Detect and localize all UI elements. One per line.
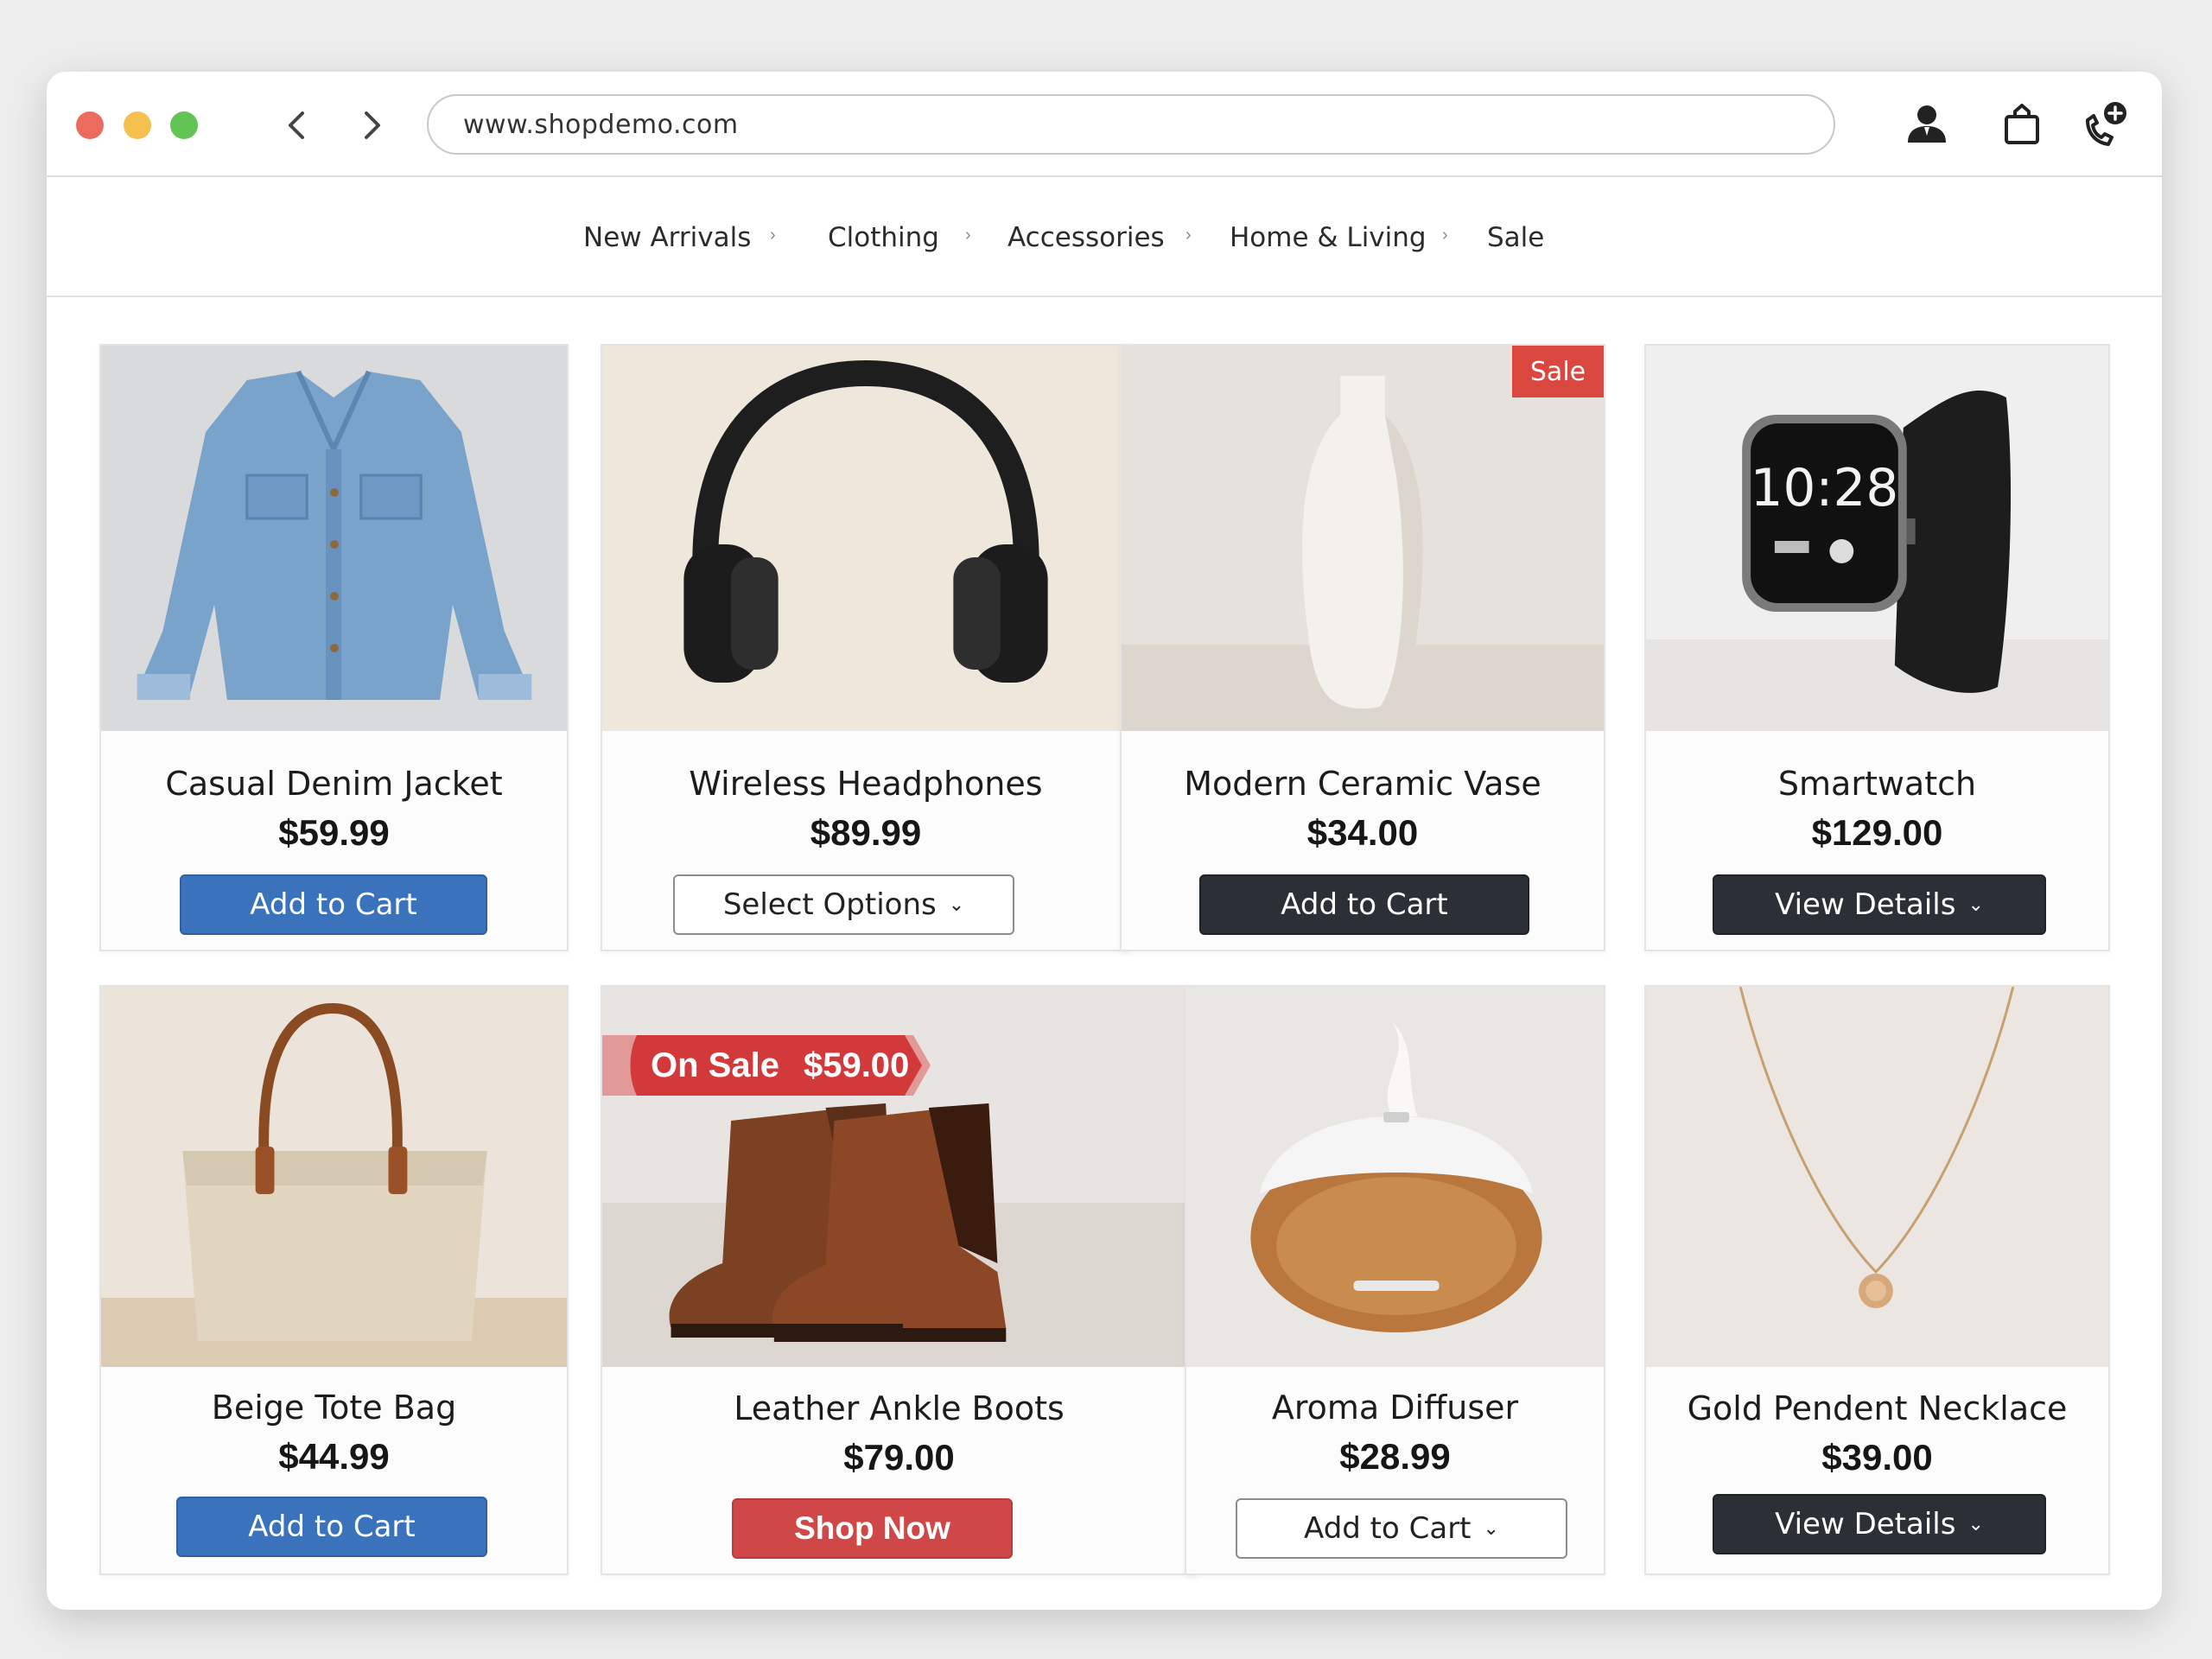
product-name: Wireless Headphones	[689, 765, 1043, 803]
nav-separator: ›	[1185, 226, 1192, 245]
button-label: Add to Cart	[1304, 1511, 1471, 1546]
product-price: $59.99	[278, 812, 390, 853]
product-price: $39.00	[1821, 1437, 1933, 1478]
product-price: $28.99	[1339, 1436, 1451, 1477]
nav-new-arrivals[interactable]: New Arrivals	[583, 222, 751, 253]
add-to-cart-dropdown[interactable]: Add to Cart ⌄	[1236, 1498, 1567, 1559]
headphones-photo	[602, 346, 1129, 731]
back-button[interactable]	[271, 99, 323, 151]
button-label: Select Options	[722, 887, 937, 922]
view-details-dropdown[interactable]: View Details ⌄	[1713, 1494, 2046, 1554]
product-name: Aroma Diffuser	[1271, 1389, 1519, 1427]
minimize-window-button[interactable]	[124, 111, 151, 139]
chevron-down-icon: ⌄	[948, 893, 965, 916]
product-price: $89.99	[810, 812, 922, 853]
product-name: Gold Pendent Necklace	[1687, 1389, 2068, 1427]
nav-clothing[interactable]: Clothing	[828, 222, 939, 253]
shop-now-button[interactable]: Shop Now	[732, 1498, 1013, 1559]
button-label: Add to Cart	[1281, 887, 1448, 922]
add-to-cart-button[interactable]: Add to Cart	[180, 874, 487, 935]
forward-chevron-icon	[365, 111, 380, 139]
add-to-cart-button[interactable]: Add to Cart	[176, 1497, 487, 1557]
address-bar[interactable]: www.shopdemo.com	[427, 94, 1835, 155]
product-name: Casual Denim Jacket	[165, 765, 503, 803]
tote-bag-photo	[101, 987, 567, 1367]
product-card-aroma-diffuser[interactable]: Aroma Diffuser $28.99 Add to Cart ⌄	[1185, 985, 1605, 1575]
product-name: Smartwatch	[1777, 765, 1977, 803]
sale-badge: Sale	[1512, 346, 1604, 397]
product-card-smartwatch[interactable]: 10:28 Smartwatch $129.00 View Details ⌄	[1644, 344, 2110, 951]
aroma-diffuser-photo	[1186, 987, 1604, 1367]
nav-home-living[interactable]: Home & Living	[1230, 222, 1427, 253]
chevron-down-icon: ⌄	[1483, 1517, 1499, 1540]
product-price: $79.00	[843, 1437, 955, 1478]
url-text: www.shopdemo.com	[463, 109, 739, 140]
select-options-dropdown[interactable]: Select Options ⌄	[673, 874, 1014, 935]
product-name: Leather Ankle Boots	[734, 1389, 1065, 1427]
category-nav: New Arrivals › Clothing › Accessories › …	[47, 177, 2162, 297]
forward-button[interactable]	[346, 99, 397, 151]
browser-window: www.shopdemo.com New Arrivals › Clothing…	[47, 72, 2162, 1610]
product-card-denim-jacket[interactable]: Casual Denim Jacket $59.99 Add to Cart	[99, 344, 569, 951]
phone-add-icon	[2086, 102, 2126, 146]
back-chevron-icon	[289, 111, 304, 139]
cart-button[interactable]	[1996, 98, 2048, 149]
account-button[interactable]	[1901, 98, 1953, 149]
chevron-down-icon: ⌄	[1967, 1513, 1984, 1535]
product-card-necklace[interactable]: Gold Pendent Necklace $39.00 View Detail…	[1644, 985, 2110, 1575]
nav-separator: ›	[770, 226, 776, 245]
user-icon	[1908, 105, 1946, 143]
product-price: $129.00	[1811, 812, 1943, 853]
ribbon-price: $59.00	[803, 1046, 910, 1084]
watch-time-text: 10:28	[1751, 459, 1899, 518]
product-card-ankle-boots[interactable]: On Sale $59.00 Leather Ankle Boots $79.0…	[601, 985, 1198, 1575]
on-sale-ribbon: On Sale $59.00	[602, 1035, 931, 1096]
button-label: Add to Cart	[250, 887, 417, 922]
product-card-headphones[interactable]: Wireless Headphones $89.99 Select Option…	[601, 344, 1131, 951]
product-card-ceramic-vase[interactable]: Sale Modern Ceramic Vase $34.00 Add to C…	[1120, 344, 1605, 951]
necklace-photo	[1646, 987, 2108, 1367]
product-price: $44.99	[278, 1436, 390, 1477]
close-window-button[interactable]	[76, 111, 104, 139]
product-card-tote-bag[interactable]: Beige Tote Bag $44.99 Add to Cart	[99, 985, 569, 1575]
button-label: View Details	[1775, 1507, 1956, 1541]
nav-sale[interactable]: Sale	[1487, 222, 1544, 253]
button-label: Add to Cart	[248, 1510, 416, 1544]
nav-separator: ›	[1442, 226, 1448, 245]
nav-accessories[interactable]: Accessories	[1007, 222, 1165, 253]
smartwatch-photo: 10:28	[1646, 346, 2108, 731]
product-name: Beige Tote Bag	[211, 1389, 457, 1427]
shopping-bag-icon	[2005, 104, 2039, 144]
chevron-down-icon: ⌄	[1967, 893, 1984, 916]
view-details-dropdown[interactable]: View Details ⌄	[1713, 874, 2046, 935]
ribbon-label: On Sale	[651, 1046, 779, 1084]
add-to-cart-button[interactable]: Add to Cart	[1199, 874, 1529, 935]
product-price: $34.00	[1306, 812, 1419, 853]
browser-toolbar: www.shopdemo.com	[47, 72, 2162, 177]
product-name: Modern Ceramic Vase	[1184, 765, 1541, 803]
nav-separator: ›	[965, 226, 971, 245]
button-label: View Details	[1775, 887, 1956, 922]
ceramic-vase-photo	[1122, 346, 1604, 731]
denim-jacket-photo	[101, 346, 567, 731]
sale-badge-label: Sale	[1529, 356, 1586, 387]
maximize-window-button[interactable]	[170, 111, 198, 139]
support-call-button[interactable]	[2079, 98, 2131, 149]
button-label: Shop Now	[794, 1510, 950, 1546]
